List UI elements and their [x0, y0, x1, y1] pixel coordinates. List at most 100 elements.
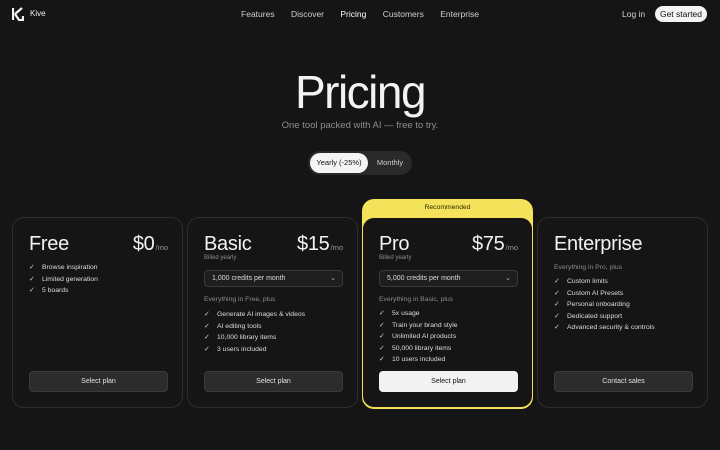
plan-price: $15/mo [297, 233, 343, 256]
check-icon: ✓ [204, 345, 210, 353]
feature-item: ✓ Custom limits [554, 276, 655, 288]
nav-link-features[interactable]: Features [241, 9, 275, 19]
check-icon: ✓ [554, 278, 560, 285]
check-icon: ✓ [379, 344, 385, 352]
select-plan-button[interactable]: Select plan [379, 371, 518, 392]
plan-card-basic: Basic $15/mo Billed yearly 1,000 credits… [187, 217, 358, 408]
check-icon: ✓ [554, 301, 560, 308]
feature-item: ✓ Advanced security & controls [554, 322, 655, 334]
chevron-down-icon: ⌄ [330, 275, 336, 282]
feature-list: ✓ Custom limits ✓ Custom AI Presets ✓ Perso… [554, 276, 655, 334]
check-icon: ✓ [29, 287, 35, 294]
price-amount: $0 [132, 233, 155, 255]
check-icon: ✓ [204, 322, 210, 330]
select-plan-button[interactable]: Select plan [29, 371, 168, 392]
billing-toggle: Yearly (-25%) Monthly [308, 151, 412, 175]
feature-label: 3 users included [217, 345, 267, 353]
feature-list: ✓ Browse inspiration ✓ Limited generation … [29, 262, 98, 297]
check-icon: ✓ [554, 289, 560, 297]
credits-dropdown[interactable]: 5,000 credits per month ⌄ [379, 270, 518, 287]
check-icon: ✓ [379, 333, 385, 340]
plan-name: Enterprise [554, 233, 643, 255]
check-icon: ✓ [29, 264, 35, 271]
feature-label: Custom AI Presets [567, 289, 624, 297]
check-icon: ✓ [379, 356, 385, 363]
feature-label: Unlimited AI products [392, 333, 457, 340]
credits-dropdown[interactable]: 1,000 credits per month ⌄ [204, 270, 343, 287]
billing-note: Billed yearly [379, 255, 412, 261]
plan-price: $0/mo [133, 233, 168, 256]
get-started-button[interactable]: Get started [655, 6, 707, 22]
plan-name: Pro [379, 233, 410, 255]
feature-label: Personal onboarding [567, 301, 630, 308]
feature-item: ✓ Limited generation [29, 274, 98, 286]
check-icon: ✓ [204, 334, 210, 341]
page-title: Pricing [294, 66, 427, 118]
feature-label: 5x usage [392, 310, 420, 317]
feature-item: ✓ Browse inspiration [29, 262, 98, 274]
feature-label: 5 boards [42, 287, 69, 294]
check-icon: ✓ [554, 312, 560, 320]
feature-label: 50,000 library items [392, 344, 452, 352]
select-plan-button[interactable]: Select plan [204, 371, 343, 392]
credits-value: 5,000 credits per month [387, 275, 461, 282]
feature-label: Train your brand style [392, 321, 458, 329]
feature-label: Limited generation [42, 275, 98, 283]
nav-menu: Features Discover Pricing Customers Ente… [0, 9, 720, 19]
plan-intro: Everything in Basic, plus [379, 296, 454, 303]
price-amount: $15 [297, 233, 330, 255]
plan-intro: Everything in Free, plus [204, 296, 276, 303]
plan-name: Free [29, 233, 69, 255]
feature-list: ✓ 5x usage ✓ Train your brand style ✓ Unlim… [379, 308, 457, 366]
price-period: /mo [155, 243, 168, 252]
billing-note: Billed yearly [204, 255, 237, 261]
feature-item: ✓ 5x usage [379, 308, 457, 320]
feature-label: 10,000 library items [217, 334, 277, 341]
price-period: /mo [330, 243, 343, 252]
feature-item: ✓ 50,000 library items [379, 343, 457, 355]
credits-value: 1,000 credits per month [212, 275, 286, 282]
plan-card-pro: Pro $75/mo Billed yearly 5,000 credits p… [362, 217, 533, 408]
feature-label: Generate AI images & videos [217, 311, 306, 318]
contact-sales-button[interactable]: Contact sales [554, 371, 693, 392]
check-icon: ✓ [379, 321, 385, 329]
feature-item: ✓ 3 users included [204, 344, 305, 356]
billing-option-monthly[interactable]: Monthly [370, 153, 410, 173]
feature-item: ✓ 5 boards [29, 285, 98, 297]
nav-link-pricing[interactable]: Pricing [340, 9, 366, 19]
nav-link-enterprise[interactable]: Enterprise [440, 9, 479, 19]
check-icon: ✓ [379, 310, 385, 317]
plan-card-enterprise: Enterprise Everything in Pro, plus ✓ Cust… [537, 217, 708, 408]
feature-item: ✓ Custom AI Presets [554, 288, 655, 300]
feature-item: ✓ Dedicated support [554, 311, 655, 323]
feature-list: ✓ Generate AI images & videos ✓ AI editing… [204, 309, 305, 355]
feature-item: ✓ 10,000 library items [204, 332, 305, 344]
feature-label: Advanced security & controls [567, 324, 655, 331]
feature-label: AI editing tools [217, 322, 262, 330]
check-icon: ✓ [204, 311, 210, 318]
login-link[interactable]: Log in [622, 9, 645, 19]
check-icon: ✓ [29, 275, 35, 283]
nav-link-customers[interactable]: Customers [383, 9, 424, 19]
feature-label: Browse inspiration [42, 264, 98, 271]
nav-link-discover[interactable]: Discover [291, 9, 324, 19]
feature-item: ✓ Unlimited AI products [379, 331, 457, 343]
feature-label: Custom limits [567, 278, 608, 285]
feature-item: ✓ Personal onboarding [554, 299, 655, 311]
price-period: /mo [505, 243, 518, 252]
page-subtitle: One tool packed with AI — free to try. [281, 120, 439, 131]
feature-item: ✓ 10 users included [379, 354, 457, 366]
feature-item: ✓ Train your brand style [379, 320, 457, 332]
plan-price: $75/mo [472, 233, 518, 256]
check-icon: ✓ [554, 324, 560, 331]
billing-option-yearly[interactable]: Yearly (-25%) [310, 153, 368, 173]
plan-card-free: Free $0/mo ✓ Browse inspiration ✓ Limited … [12, 217, 183, 408]
chevron-down-icon: ⌄ [505, 275, 511, 282]
feature-label: Dedicated support [567, 312, 623, 320]
top-nav: Kive Features Discover Pricing Customers… [0, 0, 720, 28]
plan-name: Basic [204, 233, 252, 255]
feature-item: ✓ AI editing tools [204, 321, 305, 333]
recommended-badge: Recommended [424, 204, 471, 211]
plan-intro: Everything in Pro, plus [554, 264, 623, 271]
price-amount: $75 [472, 233, 505, 255]
